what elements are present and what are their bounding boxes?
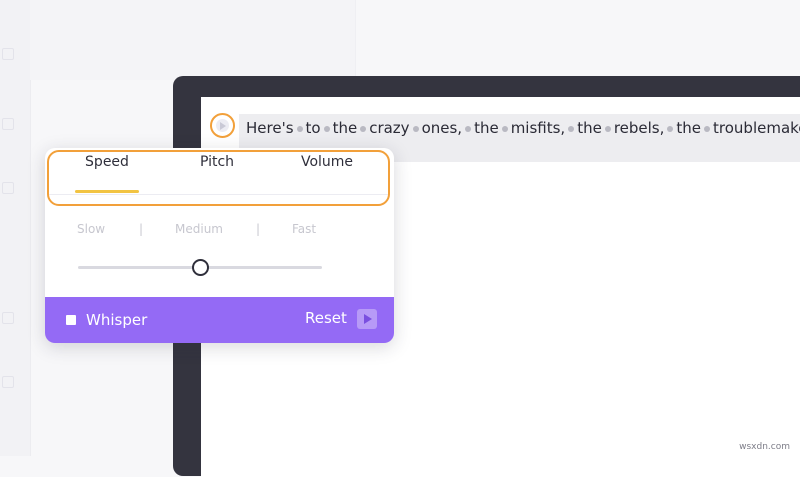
whisper-checkbox[interactable] (66, 315, 76, 325)
speed-slider-thumb[interactable] (191, 259, 209, 276)
preview-play-icon[interactable] (357, 309, 377, 329)
speed-label-fast: Fast (292, 222, 317, 236)
tab-speed[interactable]: Speed (75, 154, 139, 184)
sidebar-ghost-icon (2, 182, 14, 194)
word[interactable]: the (577, 119, 602, 137)
sidebar-ghost-icon (2, 312, 14, 324)
sidebar-ghost-icon (2, 118, 14, 130)
word[interactable]: Here's (246, 119, 294, 137)
word[interactable]: the (676, 119, 701, 137)
speed-separator: | (139, 222, 144, 236)
pause-dot[interactable] (604, 125, 611, 132)
active-tab-indicator (75, 190, 139, 193)
sidebar-ghost-icon (2, 48, 14, 60)
pause-dot[interactable] (323, 125, 330, 132)
sentence-play-button[interactable] (210, 113, 235, 138)
watermark: wsxdn.com (739, 442, 790, 452)
popup-footer: Whisper Reset (45, 297, 394, 343)
tabs-divider (49, 194, 388, 195)
word[interactable]: ones, (422, 119, 463, 137)
word[interactable]: troublemakers (713, 119, 800, 137)
speed-label-slow: Slow (77, 222, 106, 236)
sentence-text[interactable]: Here's to the crazy ones, the misfits, the rebel… (246, 118, 800, 138)
pause-dot[interactable] (465, 125, 472, 132)
word[interactable]: rebels, (614, 119, 665, 137)
pause-dot[interactable] (360, 125, 367, 132)
speed-label-medium: Medium (175, 222, 223, 236)
background-panel (30, 0, 356, 80)
pause-dot[interactable] (501, 125, 508, 132)
tab-pitch[interactable]: Pitch (187, 154, 247, 184)
whisper-label[interactable]: Whisper (86, 311, 147, 329)
background-sidebar (0, 0, 31, 456)
pause-dot[interactable] (412, 125, 419, 132)
word[interactable]: misfits, (511, 119, 566, 137)
word[interactable]: crazy (369, 119, 409, 137)
reset-button[interactable]: Reset (305, 309, 347, 327)
word[interactable]: the (333, 119, 358, 137)
sidebar-ghost-icon (2, 376, 14, 388)
speed-separator: | (256, 222, 261, 236)
word[interactable]: the (474, 119, 499, 137)
pause-dot[interactable] (568, 125, 575, 132)
pause-dot[interactable] (296, 125, 303, 132)
word[interactable]: to (306, 119, 321, 137)
tab-volume[interactable]: Volume (295, 154, 359, 184)
voice-settings-popup: Speed Pitch Volume Slow | Medium | Fast … (45, 148, 394, 343)
pause-dot[interactable] (667, 125, 674, 132)
pause-dot[interactable] (704, 125, 711, 132)
play-icon (216, 119, 229, 132)
